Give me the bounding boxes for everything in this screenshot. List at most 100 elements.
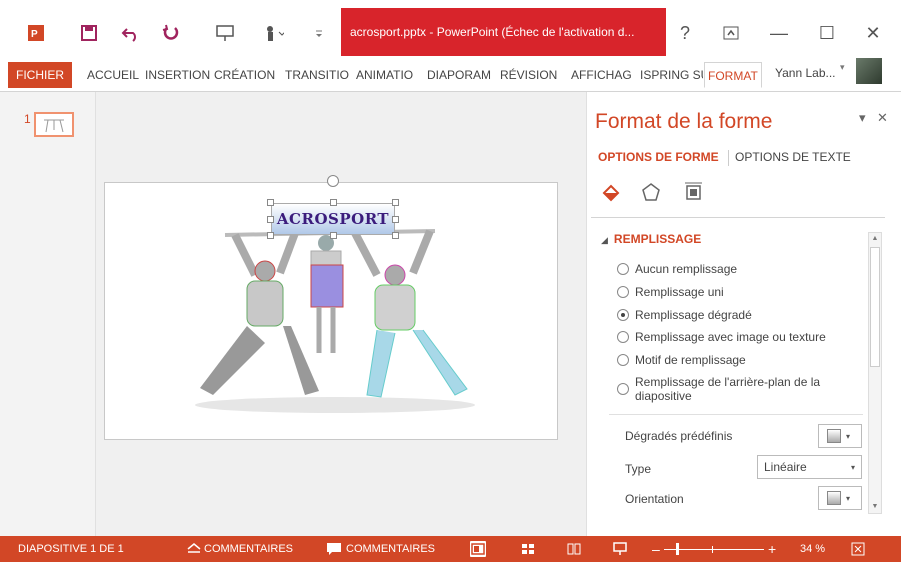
- svg-text:P: P: [31, 29, 38, 40]
- user-dropdown-icon[interactable]: ▾: [840, 62, 845, 73]
- ribbon-display-options-button[interactable]: [716, 18, 746, 48]
- section-remplissage[interactable]: ◢ REMPLISSAGE: [601, 232, 701, 246]
- slide-thumbnails-pane: 1: [0, 92, 96, 536]
- pane-close-icon[interactable]: ✕: [877, 110, 888, 126]
- orientation-dropdown[interactable]: ▾: [818, 486, 862, 510]
- pane-divider: [591, 217, 885, 218]
- tab-animations[interactable]: ANIMATIO: [353, 62, 423, 88]
- redo-icon[interactable]: [160, 22, 182, 44]
- scrollbar-thumb[interactable]: [870, 247, 880, 367]
- fill-line-icon[interactable]: [599, 180, 623, 204]
- touch-mode-icon[interactable]: [262, 22, 284, 44]
- maximize-button[interactable]: ☐: [812, 18, 842, 48]
- resize-handle[interactable]: [330, 199, 337, 206]
- zoom-slider-center-tick: [712, 546, 713, 553]
- user-name[interactable]: Yann Lab...: [772, 60, 839, 86]
- radio-button[interactable]: [617, 263, 629, 275]
- fill-option-label: Remplissage dégradé: [635, 308, 752, 322]
- slideshow-start-icon[interactable]: [214, 22, 236, 44]
- zoom-slider-track[interactable]: [664, 549, 764, 550]
- customize-qat-icon[interactable]: [308, 22, 330, 44]
- scroll-down-icon[interactable]: ▼: [869, 501, 881, 513]
- fill-option-label: Motif de remplissage: [635, 353, 746, 367]
- preset-gradients-dropdown[interactable]: ▾: [818, 424, 862, 448]
- zoom-level[interactable]: 34 %: [800, 536, 825, 562]
- tab-affichage[interactable]: AFFICHAG: [568, 62, 636, 88]
- scroll-up-icon[interactable]: ▲: [869, 233, 881, 245]
- slide-thumbnail[interactable]: [34, 112, 74, 137]
- help-button[interactable]: ?: [670, 18, 700, 48]
- undo-icon[interactable]: [120, 22, 142, 44]
- chevron-down-icon: ▾: [846, 431, 851, 441]
- slide-canvas[interactable]: ACROSPORT: [104, 175, 558, 440]
- fill-option-label: Remplissage avec image ou texture: [635, 330, 826, 344]
- tab-fichier[interactable]: FICHIER: [8, 62, 72, 88]
- zoom-slider-thumb[interactable]: [676, 543, 679, 555]
- resize-handle[interactable]: [392, 199, 399, 206]
- type-select[interactable]: Linéaire ▾: [757, 455, 862, 479]
- section-remplissage-label: REMPLISSAGE: [613, 232, 702, 246]
- format-shape-pane: Format de la forme ▾ ✕ OPTIONS DE FORME …: [586, 92, 901, 536]
- slide-editing-area: ACROSPORT: [96, 92, 586, 536]
- tab-revision[interactable]: RÉVISION: [497, 62, 567, 88]
- wordart-title[interactable]: ACROSPORT: [271, 203, 395, 235]
- close-button[interactable]: ✕: [858, 18, 888, 48]
- save-icon[interactable]: [78, 22, 100, 44]
- fill-option-none[interactable]: Aucun remplissage: [617, 262, 737, 276]
- type-select-value: Linéaire: [764, 460, 807, 474]
- resize-handle[interactable]: [392, 232, 399, 239]
- tab-shape-options[interactable]: OPTIONS DE FORME: [598, 150, 719, 164]
- zoom-in-button[interactable]: +: [768, 536, 776, 562]
- fill-option-picture[interactable]: Remplissage avec image ou texture: [617, 330, 826, 344]
- resize-handle[interactable]: [267, 199, 274, 206]
- tab-format[interactable]: FORMAT: [704, 62, 762, 88]
- tab-ispring[interactable]: ISPRING SU: [637, 62, 703, 88]
- zoom-out-button[interactable]: –: [652, 536, 660, 562]
- tab-transitions[interactable]: TRANSITIO: [282, 62, 352, 88]
- rotate-handle[interactable]: [327, 175, 339, 187]
- resize-handle[interactable]: [267, 232, 274, 239]
- resize-handle[interactable]: [392, 216, 399, 223]
- comments-icon[interactable]: [326, 541, 342, 557]
- status-bar: DIAPOSITIVE 1 DE 1 COMMENTAIRES COMMENTA…: [0, 536, 901, 562]
- tab-text-options[interactable]: OPTIONS DE TEXTE: [735, 150, 851, 164]
- comments-button[interactable]: COMMENTAIRES: [346, 536, 435, 562]
- slide-sorter-icon[interactable]: [520, 541, 536, 557]
- ribbon-tabs: FICHIER ACCUEIL INSERTION CRÉATION TRANS…: [0, 56, 901, 92]
- title-bar: P acrosport.pptx - PowerPoint (Échec de …: [0, 0, 901, 56]
- slideshow-icon[interactable]: [612, 541, 628, 557]
- fill-option-gradient[interactable]: Remplissage dégradé: [617, 308, 752, 322]
- radio-button[interactable]: [617, 383, 629, 395]
- tab-creation[interactable]: CRÉATION: [211, 62, 281, 88]
- pane-scrollbar[interactable]: ▲ ▼: [868, 232, 882, 514]
- radio-button[interactable]: [617, 354, 629, 366]
- radio-button-selected[interactable]: [617, 309, 629, 321]
- effects-icon[interactable]: [639, 180, 663, 204]
- minimize-button[interactable]: —: [764, 18, 794, 48]
- tab-diaporama[interactable]: DIAPORAM: [424, 62, 496, 88]
- preset-gradients-label: Dégradés prédéfinis: [625, 429, 733, 443]
- notes-button[interactable]: COMMENTAIRES: [204, 536, 293, 562]
- fill-option-pattern[interactable]: Motif de remplissage: [617, 353, 746, 367]
- resize-handle[interactable]: [330, 232, 337, 239]
- pane-title: Format de la forme: [595, 110, 773, 133]
- tab-separator: [728, 150, 729, 166]
- window-title: acrosport.pptx - PowerPoint (Échec de l'…: [341, 8, 666, 56]
- fill-option-solid[interactable]: Remplissage uni: [617, 285, 724, 299]
- notes-icon[interactable]: [186, 541, 202, 557]
- fill-option-label: Aucun remplissage: [635, 262, 738, 276]
- radio-button[interactable]: [617, 286, 629, 298]
- size-properties-icon[interactable]: [681, 180, 705, 204]
- tab-insertion[interactable]: INSERTION: [142, 62, 213, 88]
- reading-view-icon[interactable]: [566, 541, 582, 557]
- avatar[interactable]: [856, 58, 882, 84]
- tab-accueil[interactable]: ACCUEIL: [84, 62, 142, 88]
- chevron-down-icon: ▾: [850, 462, 855, 472]
- fit-slide-icon[interactable]: [850, 541, 866, 557]
- radio-button[interactable]: [617, 331, 629, 343]
- normal-view-icon[interactable]: [470, 541, 486, 557]
- chevron-down-icon: ▾: [846, 493, 851, 503]
- pane-options-icon[interactable]: ▾: [859, 110, 866, 126]
- fill-option-slide-background[interactable]: Remplissage de l'arrière-plan de la diap…: [617, 375, 847, 403]
- resize-handle[interactable]: [267, 216, 274, 223]
